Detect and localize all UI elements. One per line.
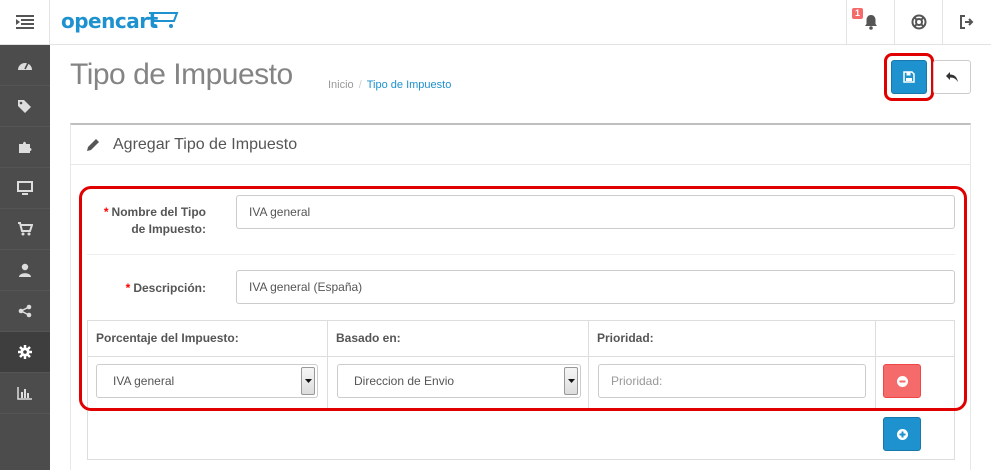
tax-class-name-input[interactable]: IVA general: [236, 195, 955, 229]
panel-title: Agregar Tipo de Impuesto: [113, 136, 298, 153]
dropdown-arrow-icon: [301, 367, 315, 395]
bell-icon: [864, 15, 877, 30]
tags-icon: [18, 100, 31, 113]
rate-column-header: Porcentaje del Impuesto:: [88, 321, 328, 357]
sidebar-item-customers[interactable]: [0, 250, 50, 291]
tax-rate-select[interactable]: IVA general: [96, 364, 318, 398]
required-marker: *: [125, 281, 131, 295]
share-icon: [18, 304, 32, 318]
sidebar-item-dashboard[interactable]: [0, 45, 50, 86]
breadcrumb-current-link[interactable]: Tipo de Impuesto: [367, 79, 452, 91]
user-icon: [19, 263, 31, 277]
pencil-icon: [87, 139, 99, 151]
minus-circle-icon: [896, 375, 908, 387]
sidebar-item-design[interactable]: [0, 168, 50, 209]
logo-cart-icon: [149, 12, 179, 28]
menu-icon: [15, 15, 34, 29]
top-header: opencart 1: [0, 0, 991, 45]
breadcrumb-home-link[interactable]: Inicio: [328, 79, 354, 91]
back-button[interactable]: [933, 60, 971, 94]
sidebar-item-reports[interactable]: [0, 373, 50, 414]
save-button[interactable]: [891, 60, 927, 94]
panel-heading: Agregar Tipo de Impuesto: [71, 125, 970, 165]
based-column-header: Basado en:: [328, 321, 589, 357]
description-label: * Descripción:: [125, 281, 206, 295]
opencart-logo[interactable]: opencart: [61, 9, 158, 33]
shopping-cart-icon: [18, 222, 33, 236]
action-column-header: [876, 321, 955, 357]
tax-class-name-label: * Nombre del Tipo de Impuesto:: [103, 205, 206, 236]
reply-icon: [946, 72, 958, 82]
sidebar-item-system[interactable]: [0, 332, 50, 373]
page-title: Tipo de Impuesto: [70, 58, 293, 91]
breadcrumb: Inicio / Tipo de Impuesto: [328, 79, 451, 91]
cog-icon: [18, 345, 32, 359]
breadcrumb-separator: /: [358, 79, 362, 91]
sidebar-item-marketing[interactable]: [0, 291, 50, 332]
priority-column-header: Prioridad:: [589, 321, 876, 357]
notifications-button[interactable]: 1: [846, 0, 894, 44]
bar-chart-icon: [17, 387, 32, 400]
add-rate-button[interactable]: [883, 417, 921, 451]
desktop-icon: [17, 181, 33, 195]
based-on-select[interactable]: Direccion de Envio: [337, 364, 581, 398]
description-input[interactable]: IVA general (España): [236, 270, 955, 304]
remove-rate-button[interactable]: [883, 364, 921, 398]
sidebar-item-sales[interactable]: [0, 209, 50, 250]
dashboard-icon: [18, 62, 32, 70]
sidebar-navigation: [0, 45, 50, 470]
sidebar-item-catalog[interactable]: [0, 86, 50, 127]
sign-out-icon: [960, 15, 974, 29]
puzzle-icon: [19, 141, 32, 153]
priority-input[interactable]: Prioridad:: [598, 364, 866, 398]
menu-toggle-button[interactable]: [0, 0, 50, 44]
dropdown-arrow-icon: [564, 367, 578, 395]
help-button[interactable]: [894, 0, 942, 44]
lifebuoy-icon: [911, 14, 926, 30]
required-marker: *: [103, 205, 109, 219]
plus-circle-icon: [896, 428, 908, 440]
form-divider: [87, 254, 955, 255]
sidebar-item-extensions[interactable]: [0, 127, 50, 168]
save-icon: [903, 71, 915, 83]
notification-badge: 1: [852, 8, 864, 19]
logout-button[interactable]: [942, 0, 991, 44]
